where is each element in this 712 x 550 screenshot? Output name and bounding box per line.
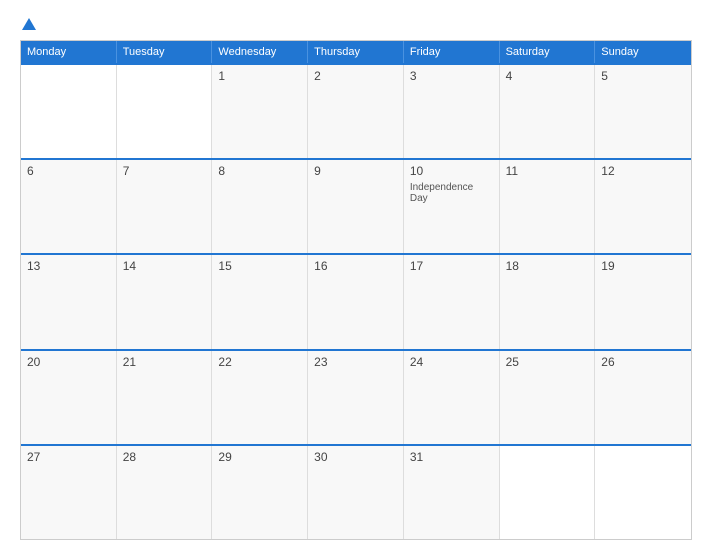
calendar-week-5: 27 28 29 30 31 [21,444,691,539]
weekday-header-sunday: Sunday [595,41,691,63]
day-number: 21 [123,355,206,369]
day-number: 6 [27,164,110,178]
calendar-cell: 5 [595,65,691,158]
calendar-cell: 8 [212,160,308,253]
calendar-cell: 2 [308,65,404,158]
day-number: 14 [123,259,206,273]
calendar-cell: 18 [500,255,596,348]
calendar-cell: 25 [500,351,596,444]
calendar-page: MondayTuesdayWednesdayThursdayFridaySatu… [0,0,712,550]
day-number: 10 [410,164,493,178]
calendar-cell: 30 [308,446,404,539]
day-number: 27 [27,450,110,464]
calendar-body: 12345678910Independence Day1112131415161… [21,63,691,539]
calendar-cell [500,446,596,539]
calendar-week-2: 6789 10 Independence Day 11 12 [21,158,691,253]
calendar-cell: 28 [117,446,213,539]
weekday-header-monday: Monday [21,41,117,63]
calendar-cell [595,446,691,539]
weekday-header-wednesday: Wednesday [212,41,308,63]
day-number: 9 [314,164,397,178]
event-label: Independence Day [410,182,493,204]
calendar-cell: 24 [404,351,500,444]
calendar-cell: 31 [404,446,500,539]
calendar-grid: MondayTuesdayWednesdayThursdayFridaySatu… [20,40,692,540]
calendar-cell: 15 [212,255,308,348]
day-number: 12 [601,164,685,178]
calendar-cell: 20 [21,351,117,444]
calendar-cell: 6 [21,160,117,253]
calendar-cell: 19 [595,255,691,348]
calendar-cell: 13 [21,255,117,348]
calendar-cell: 17 [404,255,500,348]
day-number: 26 [601,355,685,369]
day-number: 1 [218,69,301,83]
weekday-header-thursday: Thursday [308,41,404,63]
day-number: 13 [27,259,110,273]
day-number: 7 [123,164,206,178]
day-number: 24 [410,355,493,369]
weekday-header-saturday: Saturday [500,41,596,63]
calendar-header [20,18,692,32]
day-number: 15 [218,259,301,273]
calendar-cell: 3 [404,65,500,158]
day-number: 18 [506,259,589,273]
day-number: 30 [314,450,397,464]
calendar-cell: 10 Independence Day [404,160,500,253]
calendar-cell [21,65,117,158]
calendar-cell: 26 [595,351,691,444]
day-number: 20 [27,355,110,369]
calendar-cell: 11 [500,160,596,253]
logo-triangle-icon [22,18,36,30]
logo [20,18,36,32]
calendar-cell: 4 [500,65,596,158]
day-number: 3 [410,69,493,83]
day-number: 4 [506,69,589,83]
day-number: 28 [123,450,206,464]
day-number: 11 [506,164,589,178]
calendar-cell: 23 [308,351,404,444]
calendar-cell: 12 [595,160,691,253]
day-number: 2 [314,69,397,83]
calendar-cell: 7 [117,160,213,253]
day-number: 31 [410,450,493,464]
day-number: 25 [506,355,589,369]
calendar-cell: 9 [308,160,404,253]
calendar-cell: 16 [308,255,404,348]
day-number: 23 [314,355,397,369]
calendar-cell: 1 [212,65,308,158]
calendar-cell [117,65,213,158]
day-number: 5 [601,69,685,83]
calendar-cell: 14 [117,255,213,348]
calendar-weekday-header: MondayTuesdayWednesdayThursdayFridaySatu… [21,41,691,63]
calendar-week-4: 20 21 22 23 24 25 26 [21,349,691,444]
weekday-header-tuesday: Tuesday [117,41,213,63]
calendar-cell: 21 [117,351,213,444]
weekday-header-friday: Friday [404,41,500,63]
day-number: 16 [314,259,397,273]
day-number: 29 [218,450,301,464]
calendar-week-3: 13 14 15 16 17 18 19 [21,253,691,348]
calendar-cell: 29 [212,446,308,539]
day-number: 22 [218,355,301,369]
day-number: 17 [410,259,493,273]
day-number: 19 [601,259,685,273]
calendar-cell: 22 [212,351,308,444]
calendar-cell: 27 [21,446,117,539]
calendar-week-1: 12345 [21,63,691,158]
day-number: 8 [218,164,301,178]
